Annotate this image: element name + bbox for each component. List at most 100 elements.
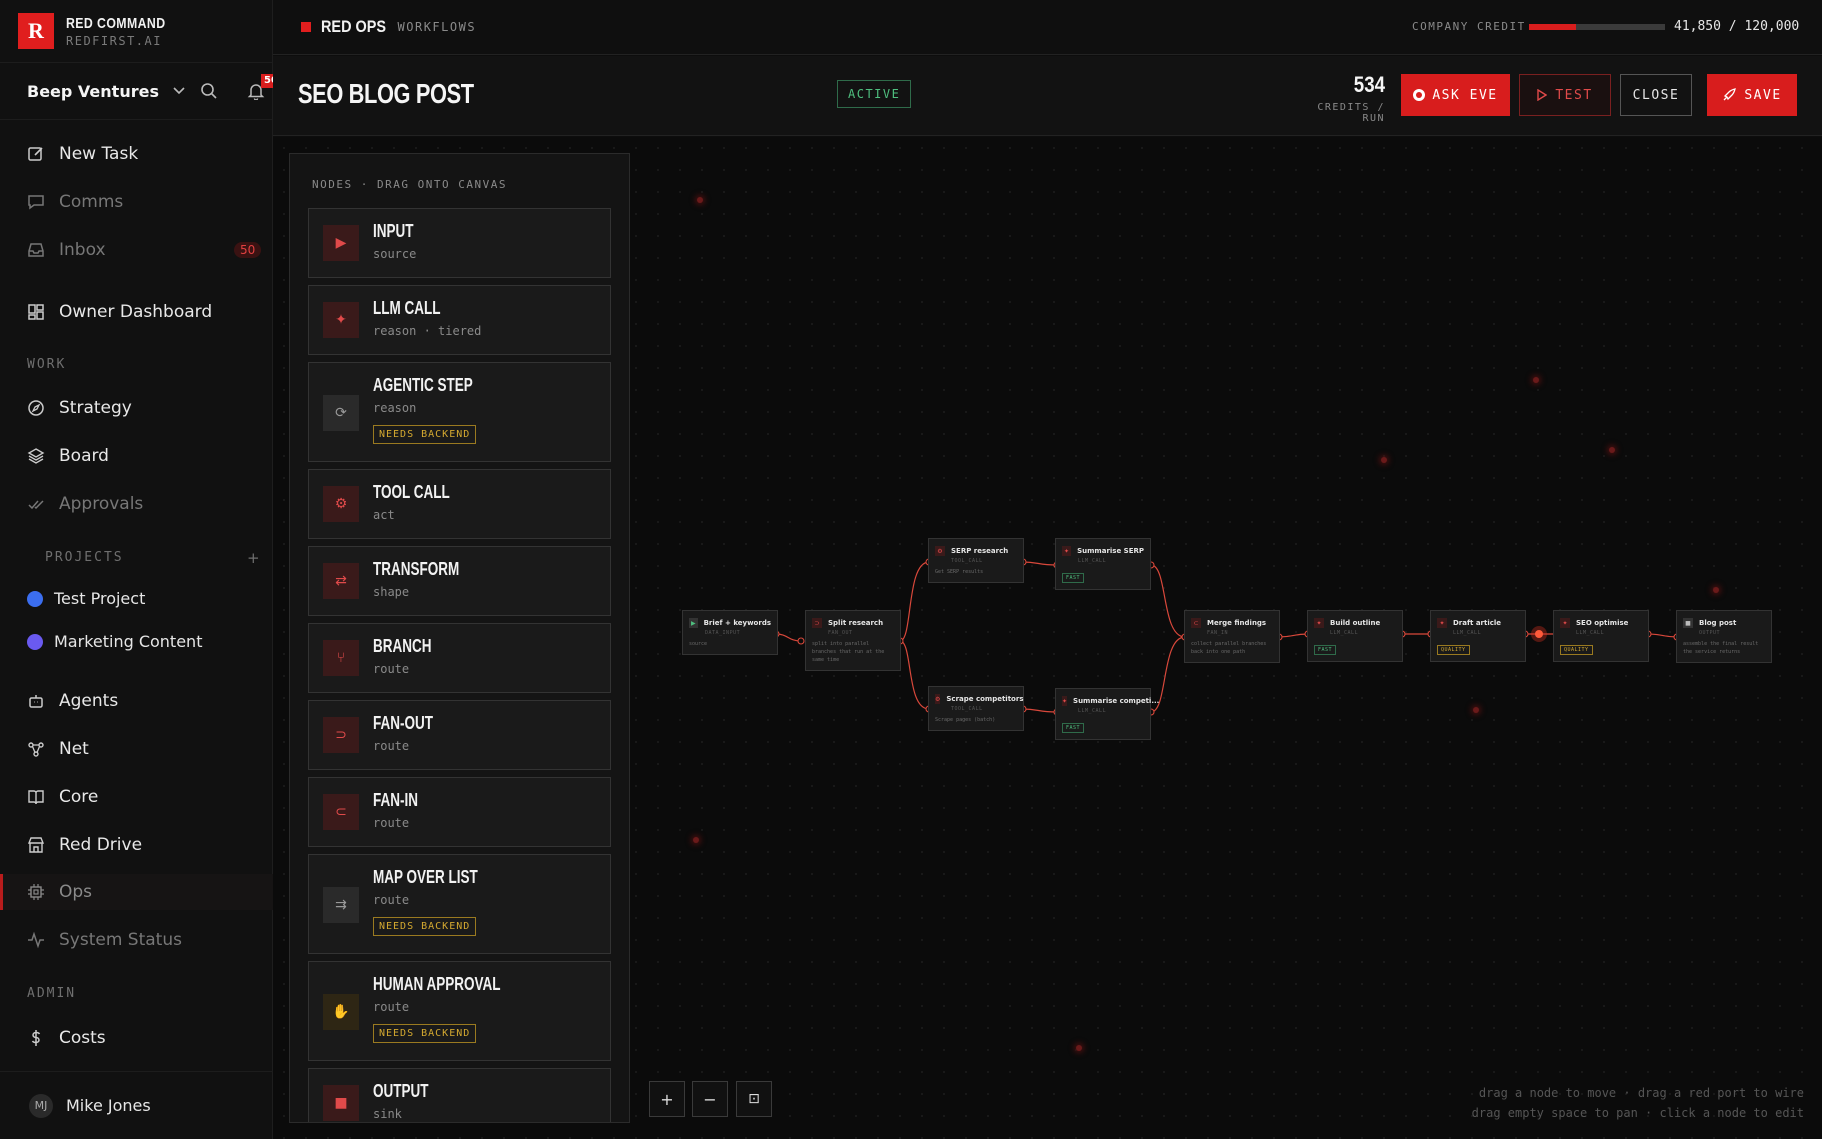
nav-owner-dashboard[interactable]: Owner Dashboard — [0, 294, 273, 330]
node-label: SERP research — [951, 547, 1009, 555]
loop-icon: ⟳ — [323, 395, 359, 431]
palette-node-input[interactable]: ▶ INPUT source — [308, 208, 611, 278]
palette-node-category: source — [373, 247, 417, 261]
nav-approvals[interactable]: Approvals — [0, 486, 273, 522]
close-button[interactable]: CLOSE — [1620, 74, 1692, 116]
brand-logo: R — [18, 13, 54, 49]
palette-node-name: BRANCH — [373, 636, 432, 656]
workflow-node-summarise-serp[interactable]: ✦ Summarise SERP LLM_CALL FAST — [1055, 538, 1151, 590]
network-icon — [27, 740, 45, 758]
workflow-node-scrape[interactable]: ⚙ Scrape competitors TOOL_CALL Scrape pag… — [928, 686, 1024, 731]
palette-node-human-approval[interactable]: ✋ HUMAN APPROVAL route NEEDS BACKEND — [308, 961, 611, 1061]
edge — [1150, 564, 1186, 638]
save-button[interactable]: SAVE — [1707, 74, 1797, 116]
brand-header[interactable]: R RED COMMAND REDFIRST.AI — [0, 0, 272, 63]
workflow-node-seo[interactable]: ✦ SEO optimise LLM_CALL QUALITY — [1553, 610, 1649, 662]
workflow-node-split[interactable]: ⊃ Split research FAN_OUT split into paral… — [805, 610, 901, 671]
nav-new-task[interactable]: New Task — [0, 136, 273, 172]
workflow-node-blog-post[interactable]: ■ Blog post OUTPUT assemble the final res… — [1676, 610, 1772, 663]
fit-view-button[interactable]: ⊡ — [736, 1081, 772, 1117]
palette-node-fan-in[interactable]: ⊂ FAN-IN route — [308, 777, 611, 847]
workflow-node-serp[interactable]: ⚙ SERP research TOOL_CALL Get SERP result… — [928, 538, 1024, 583]
store-icon — [27, 836, 45, 854]
input-port[interactable] — [797, 637, 805, 645]
tier-tag: FAST — [1062, 723, 1085, 733]
nav-red-drive[interactable]: Red Drive — [0, 827, 273, 863]
palette-node-category: route — [373, 739, 410, 753]
workflow-node-outline[interactable]: ✦ Build outline LLM_CALL FAST — [1307, 610, 1403, 662]
project-item[interactable]: Marketing Content — [27, 632, 202, 651]
palette-node-category: shape — [373, 585, 410, 599]
nav-net[interactable]: Net — [0, 731, 273, 767]
fan-out-icon: ⊃ — [323, 717, 359, 753]
play-icon: ▶ — [689, 618, 698, 628]
nav-strategy[interactable]: Strategy — [0, 390, 273, 426]
test-button[interactable]: TEST — [1519, 74, 1611, 116]
edge — [899, 640, 930, 710]
section-label-work: WORK — [27, 357, 67, 372]
breadcrumb[interactable]: WORKFLOWS — [398, 20, 477, 34]
nav-label: Comms — [59, 192, 124, 212]
nav-label: Approvals — [59, 494, 144, 514]
section-label-admin: ADMIN — [27, 986, 77, 1001]
palette-node-output[interactable]: ■ OUTPUT sink — [308, 1068, 611, 1122]
sparkle-icon: ✦ — [1062, 546, 1072, 556]
active-pulse — [1535, 630, 1543, 638]
nav-ops[interactable]: Ops — [0, 874, 273, 910]
nav-core[interactable]: Core — [0, 779, 273, 815]
node-description: split into parallel branches that run at… — [812, 641, 885, 663]
workflow-node-draft[interactable]: ✦ Draft article LLM_CALL QUALITY — [1430, 610, 1526, 662]
stop-icon: ■ — [1683, 618, 1693, 628]
nav-board[interactable]: Board — [0, 438, 273, 474]
zoom-in-button[interactable]: + — [649, 1081, 685, 1117]
workspace-switcher[interactable]: Beep Ventures 50 — [0, 63, 281, 120]
palette-node-tool-call[interactable]: ⚙ TOOL CALL act — [308, 469, 611, 539]
node-label: SEO optimise — [1576, 619, 1629, 627]
palette-node-name: FAN-IN — [373, 790, 418, 810]
ask-eve-button[interactable]: ASK EVE — [1401, 74, 1510, 116]
palette-node-transform[interactable]: ⇄ TRANSFORM shape — [308, 546, 611, 616]
nav-agents[interactable]: Agents — [0, 683, 273, 719]
gear-icon: ⚙ — [323, 486, 359, 522]
search-icon[interactable] — [200, 82, 218, 104]
palette-node-name: LLM CALL — [373, 298, 441, 318]
palette-node-category: reason — [373, 401, 417, 415]
nav-comms[interactable]: Comms — [0, 184, 273, 220]
palette-node-branch[interactable]: ⑂ BRANCH route — [308, 623, 611, 693]
edge — [1022, 708, 1058, 713]
nav-system-status[interactable]: System Status — [0, 922, 273, 958]
nav-costs[interactable]: Costs — [0, 1020, 273, 1056]
node-label: Summarise SERP — [1077, 547, 1144, 555]
zoom-out-button[interactable]: − — [692, 1081, 728, 1117]
node-type: LLM_CALL — [1576, 630, 1605, 636]
branch-icon: ⑂ — [323, 640, 359, 676]
user-profile[interactable]: MJ Mike Jones — [0, 1071, 273, 1139]
palette-node-map-over-list[interactable]: ⇉ MAP OVER LIST route NEEDS BACKEND — [308, 854, 611, 954]
nav-label: Owner Dashboard — [59, 302, 213, 322]
add-project-button[interactable]: + — [247, 549, 260, 567]
node-description: source — [689, 641, 708, 647]
palette-node-llm-call[interactable]: ✦ LLM CALL reason · tiered — [308, 285, 611, 355]
workflow-node-merge[interactable]: ⊂ Merge findings FAN_IN collect parallel … — [1184, 610, 1280, 663]
workflow-node-brief[interactable]: ▶ Brief + keywords DATA_INPUT source — [682, 610, 778, 655]
sparkle-icon: ✦ — [1314, 618, 1324, 628]
section-title: RED OPS — [321, 17, 387, 36]
node-label: Brief + keywords — [703, 619, 771, 627]
needs-backend-tag: NEEDS BACKEND — [373, 425, 477, 444]
palette-node-agentic-step[interactable]: ⟳ AGENTIC STEP reason NEEDS BACKEND — [308, 362, 611, 462]
workflow-canvas[interactable]: ▶ Brief + keywords DATA_INPUT source ⊃ Spl… — [273, 137, 1822, 1139]
activity-icon — [27, 931, 45, 949]
canvas-hint: drag a node to move · drag a red port to… — [1472, 1083, 1804, 1123]
chat-icon — [27, 193, 45, 211]
node-type: LLM_CALL — [1078, 558, 1107, 564]
credit-progress-bar — [1529, 24, 1665, 30]
record-icon — [1413, 89, 1426, 101]
project-item[interactable]: Test Project — [27, 589, 145, 608]
palette-node-name: AGENTIC STEP — [373, 375, 473, 395]
workflow-node-summarise-competitors[interactable]: ✦ Summarise competi... LLM_CALL FAST — [1055, 688, 1159, 740]
palette-node-fan-out[interactable]: ⊃ FAN-OUT route — [308, 700, 611, 770]
nav-label: Strategy — [59, 398, 132, 418]
dashboard-icon — [27, 303, 45, 321]
nav-inbox[interactable]: Inbox 50 — [0, 232, 273, 268]
nav-label: Red Drive — [59, 835, 143, 855]
